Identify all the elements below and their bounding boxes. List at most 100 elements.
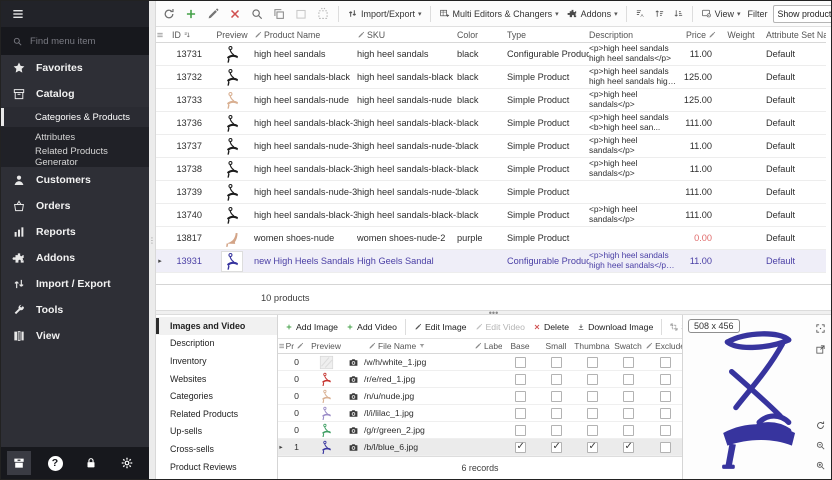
product-row[interactable]: 13817women shoes-nudewomen shoes-nude-2p… xyxy=(156,227,826,250)
column-header-preview[interactable]: Preview xyxy=(210,30,254,40)
column-header-attribute-set[interactable]: Attribute Set Name xyxy=(760,30,826,40)
paste-button[interactable] xyxy=(291,5,311,23)
zoom-in-icon[interactable] xyxy=(815,457,826,475)
tab-related-products[interactable]: Related Products xyxy=(156,405,277,423)
swatch-checkbox[interactable] xyxy=(623,442,634,453)
rotate-icon[interactable] xyxy=(815,417,826,435)
exclude-checkbox[interactable] xyxy=(660,357,671,368)
base-checkbox[interactable] xyxy=(515,425,526,436)
column-header-filename[interactable]: File Name xyxy=(348,341,474,351)
search-button[interactable] xyxy=(247,5,267,23)
sidebar-item-addons[interactable]: Addons xyxy=(1,245,149,271)
multi-editors-button[interactable]: Multi Editors & Changers▾ xyxy=(436,6,562,21)
sidebar-splitter[interactable]: ⋮ xyxy=(149,1,156,479)
sidebar-item-tools[interactable]: Tools xyxy=(1,297,149,323)
column-header-color[interactable]: Color xyxy=(457,30,507,40)
tab-up-sells[interactable]: Up-sells xyxy=(156,423,277,441)
column-header-base[interactable]: Base xyxy=(502,341,538,351)
media-row[interactable]: 0/w/h/white_1.jpg xyxy=(278,354,682,371)
tab-websites[interactable]: Websites xyxy=(156,370,277,388)
fit-screen-icon[interactable] xyxy=(815,320,826,338)
product-row[interactable]: 13737high heel sandals-nude-36high heel … xyxy=(156,135,826,158)
product-row[interactable]: 13740high heel sandals-black-38high heel… xyxy=(156,204,826,227)
exclude-checkbox[interactable] xyxy=(660,442,671,453)
sidebar-item-orders[interactable]: Orders xyxy=(1,193,149,219)
tab-categories[interactable]: Categories xyxy=(156,387,277,405)
column-header-price[interactable]: Price xyxy=(677,30,722,40)
refresh-button[interactable] xyxy=(159,5,179,23)
tab-description[interactable]: Description xyxy=(156,335,277,353)
tab-images-and-video[interactable]: Images and Video xyxy=(156,317,277,335)
sidebar-item-reports[interactable]: Reports xyxy=(1,219,149,245)
small-checkbox[interactable] xyxy=(551,425,562,436)
sidebar-item-catalog[interactable]: Catalog xyxy=(1,81,149,107)
product-row[interactable]: 13739high heel sandals-nude-37high heel … xyxy=(156,181,826,204)
edit-image-button[interactable]: Edit Image xyxy=(411,320,470,334)
media-row[interactable]: 0/r/e/red_1.jpg xyxy=(278,371,682,388)
add-button[interactable] xyxy=(181,5,201,23)
sidebar-item-attributes[interactable]: Attributes xyxy=(1,127,149,147)
exclude-checkbox[interactable] xyxy=(660,391,671,402)
product-row[interactable]: 13736high heel sandals-black-36high heel… xyxy=(156,112,826,135)
base-checkbox[interactable] xyxy=(515,442,526,453)
addons-button[interactable]: Addons▾ xyxy=(564,6,621,21)
column-header-description[interactable]: Description xyxy=(589,30,677,40)
open-external-icon[interactable] xyxy=(815,341,826,359)
copy-button[interactable] xyxy=(269,5,289,23)
column-header-id[interactable]: ID xyxy=(164,30,210,40)
edit-video-button[interactable]: Edit Video xyxy=(472,320,528,334)
delete-button[interactable]: Delete xyxy=(530,320,572,334)
column-header-thumbnail[interactable]: Thumbna xyxy=(574,341,610,351)
tab-cross-sells[interactable]: Cross-sells xyxy=(156,440,277,458)
settings-button[interactable] xyxy=(115,451,139,475)
swatch-checkbox[interactable] xyxy=(623,374,634,385)
product-row[interactable]: ▸13931new High Heels SandalsHigh Geels S… xyxy=(156,250,826,273)
delete-button[interactable] xyxy=(225,5,245,23)
column-header-weight[interactable]: Weight xyxy=(722,30,760,40)
column-header-label[interactable]: Label xyxy=(474,341,502,351)
thumbnail-checkbox[interactable] xyxy=(587,408,598,419)
column-header-position[interactable]: Pr xyxy=(284,341,304,351)
column-header-name[interactable]: Product Name xyxy=(254,30,357,40)
paste-special-button[interactable] xyxy=(313,5,333,23)
sidebar-item-related-products-generator[interactable]: Related Products Generator xyxy=(1,147,149,167)
thumbnail-checkbox[interactable] xyxy=(587,442,598,453)
base-checkbox[interactable] xyxy=(515,357,526,368)
sidebar-item-customers[interactable]: Customers xyxy=(1,167,149,193)
lock-button[interactable] xyxy=(79,451,103,475)
product-row[interactable]: 13738high heel sandals-black-37high heel… xyxy=(156,158,826,181)
column-header-swatch[interactable]: Swatch xyxy=(610,341,646,351)
base-checkbox[interactable] xyxy=(515,408,526,419)
sidebar-item-favorites[interactable]: Favorites xyxy=(1,55,149,81)
hamburger-button[interactable] xyxy=(1,1,149,27)
sidebar-item-view[interactable]: View xyxy=(1,323,149,349)
filter-select[interactable]: Show products from selected categories ▼ xyxy=(773,5,831,23)
view-button[interactable]: View▾ xyxy=(698,6,744,21)
zoom-out-icon[interactable] xyxy=(815,437,826,455)
sidebar-item-categories-products[interactable]: Categories & Products xyxy=(1,107,149,127)
swatch-checkbox[interactable] xyxy=(623,357,634,368)
column-header-type[interactable]: Type xyxy=(507,30,589,40)
media-row[interactable]: 0/l/i/lilac_1.jpg xyxy=(278,405,682,422)
tab-product-reviews[interactable]: Product Reviews xyxy=(156,458,277,476)
swatch-checkbox[interactable] xyxy=(623,425,634,436)
swatch-checkbox[interactable] xyxy=(623,408,634,419)
download-image-button[interactable]: Download Image xyxy=(574,320,656,334)
column-header-preview[interactable]: Preview xyxy=(304,341,348,351)
tab-inventory[interactable]: Inventory xyxy=(156,352,277,370)
media-row[interactable]: 0/n/u/nude.jpg xyxy=(278,388,682,405)
swatch-checkbox[interactable] xyxy=(623,391,634,402)
product-row[interactable]: 13732high heel sandals-blackhigh heel sa… xyxy=(156,66,826,89)
edit-button[interactable] xyxy=(203,5,223,23)
menu-search-input[interactable]: Find menu item xyxy=(1,27,149,55)
exclude-checkbox[interactable] xyxy=(660,408,671,419)
base-checkbox[interactable] xyxy=(515,391,526,402)
help-button[interactable]: ? xyxy=(43,451,67,475)
small-checkbox[interactable] xyxy=(551,391,562,402)
sidebar-item-import-export[interactable]: Import / Export xyxy=(1,271,149,297)
small-checkbox[interactable] xyxy=(551,357,562,368)
add-video-button[interactable]: Add Video xyxy=(343,320,400,334)
media-row[interactable]: ▸1/b/l/blue_6.jpg xyxy=(278,439,682,456)
column-header-exclude[interactable]: Exclude xyxy=(646,341,684,351)
thumbnail-checkbox[interactable] xyxy=(587,374,598,385)
